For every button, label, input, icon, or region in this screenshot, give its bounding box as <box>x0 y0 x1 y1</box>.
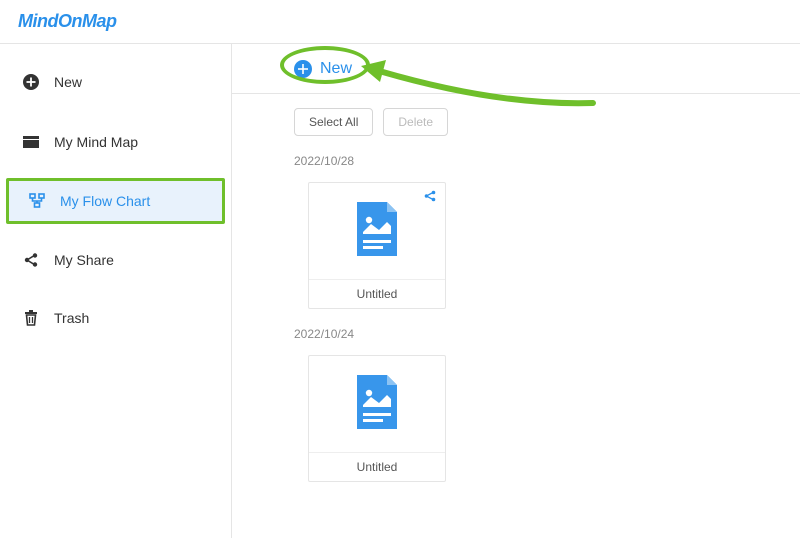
app-header: MindOnMap <box>0 0 800 44</box>
main-toolbar: New <box>232 44 800 94</box>
trash-icon <box>22 309 40 327</box>
file-card[interactable]: Untitled <box>308 355 446 482</box>
new-button-label: New <box>320 60 352 78</box>
sidebar-item-my-share[interactable]: My Share <box>0 238 231 282</box>
sidebar-item-label: My Flow Chart <box>60 193 150 209</box>
sidebar-item-label: New <box>54 74 82 90</box>
file-card[interactable]: Untitled <box>308 182 446 309</box>
new-button[interactable]: New <box>294 60 352 78</box>
flowchart-icon <box>28 192 46 210</box>
file-preview-area <box>309 356 445 452</box>
document-icon <box>353 373 401 436</box>
main-content: New Select All Delete 2022/10/28 <box>232 44 800 538</box>
actions-row: Select All Delete <box>232 94 800 146</box>
group-date: 2022/10/24 <box>232 319 800 345</box>
sidebar-item-label: My Mind Map <box>54 134 138 150</box>
file-title: Untitled <box>309 452 445 481</box>
sidebar-item-new[interactable]: New <box>0 60 231 104</box>
delete-button[interactable]: Delete <box>383 108 448 136</box>
plus-icon <box>294 60 312 78</box>
sidebar-item-flow-chart[interactable]: My Flow Chart <box>6 178 225 224</box>
select-all-button[interactable]: Select All <box>294 108 373 136</box>
sidebar-item-trash[interactable]: Trash <box>0 296 231 340</box>
group-date: 2022/10/28 <box>232 146 800 172</box>
share-icon[interactable] <box>423 189 437 208</box>
file-preview-area <box>309 183 445 279</box>
sidebar-item-mind-map[interactable]: My Mind Map <box>0 120 231 164</box>
sidebar: New My Mind Map My Flow Chart My Share <box>0 44 232 538</box>
sidebar-item-label: Trash <box>54 310 89 326</box>
plus-circle-icon <box>22 73 40 91</box>
document-icon <box>353 200 401 263</box>
share-icon <box>22 251 40 269</box>
folder-icon <box>22 133 40 151</box>
file-title: Untitled <box>309 279 445 308</box>
sidebar-item-label: My Share <box>54 252 114 268</box>
brand-logo: MindOnMap <box>18 11 116 32</box>
